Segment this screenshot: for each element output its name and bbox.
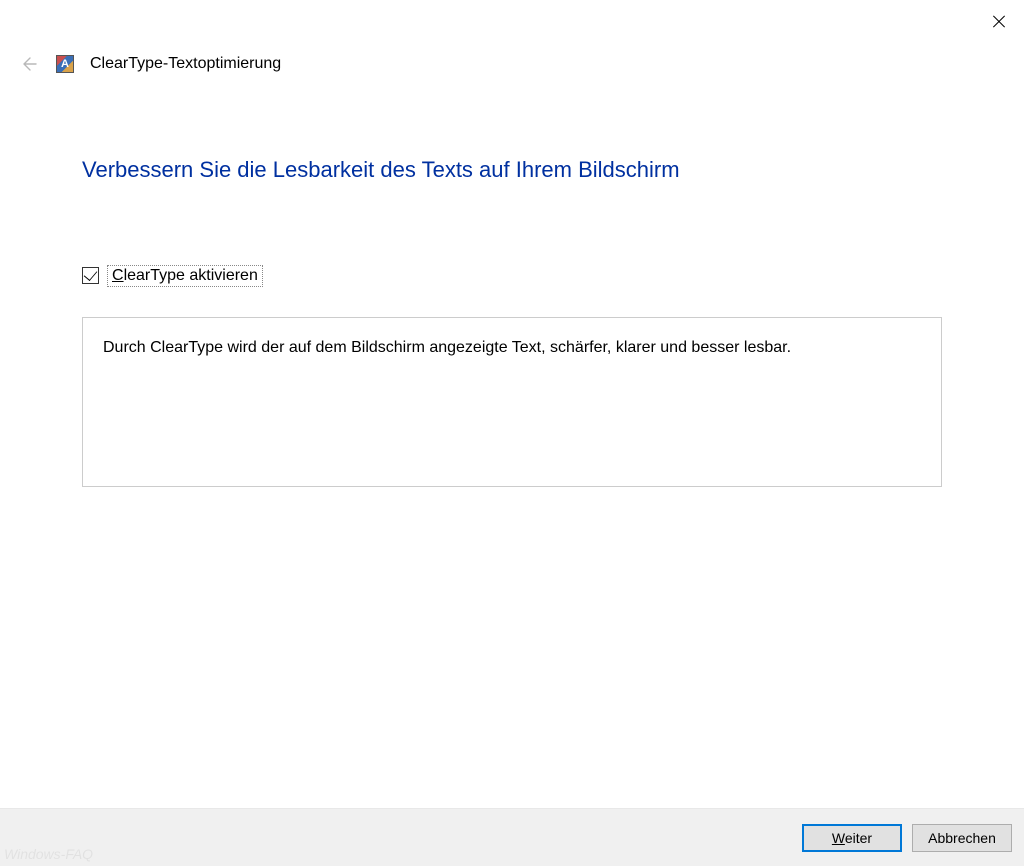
page-heading: Verbessern Sie die Lesbarkeit des Texts … [82,156,942,185]
checkbox-label-text: learType aktivieren [124,267,258,284]
next-button[interactable]: Weiter [802,824,902,852]
enable-cleartype-checkbox[interactable] [82,267,99,284]
cleartype-checkbox-row: ClearType aktivieren [82,265,942,287]
window-title: ClearType-Textoptimierung [90,55,281,73]
next-label-rest: eiter [845,830,872,846]
back-arrow-icon [18,54,38,74]
close-icon[interactable] [992,15,1006,29]
description-text: Durch ClearType wird der auf dem Bildsch… [103,336,921,361]
main-content: Verbessern Sie die Lesbarkeit des Texts … [0,74,1024,487]
cancel-button[interactable]: Abbrechen [912,824,1012,852]
wizard-header: A ClearType-Textoptimierung [0,0,1024,74]
description-box: Durch ClearType wird der auf dem Bildsch… [82,317,942,487]
next-accelerator: W [832,830,845,846]
enable-cleartype-label[interactable]: ClearType aktivieren [107,265,263,287]
cleartype-app-icon: A [56,55,74,73]
checkbox-accelerator: C [112,267,124,284]
wizard-footer: Weiter Abbrechen [0,808,1024,866]
titlebar [992,0,1024,40]
